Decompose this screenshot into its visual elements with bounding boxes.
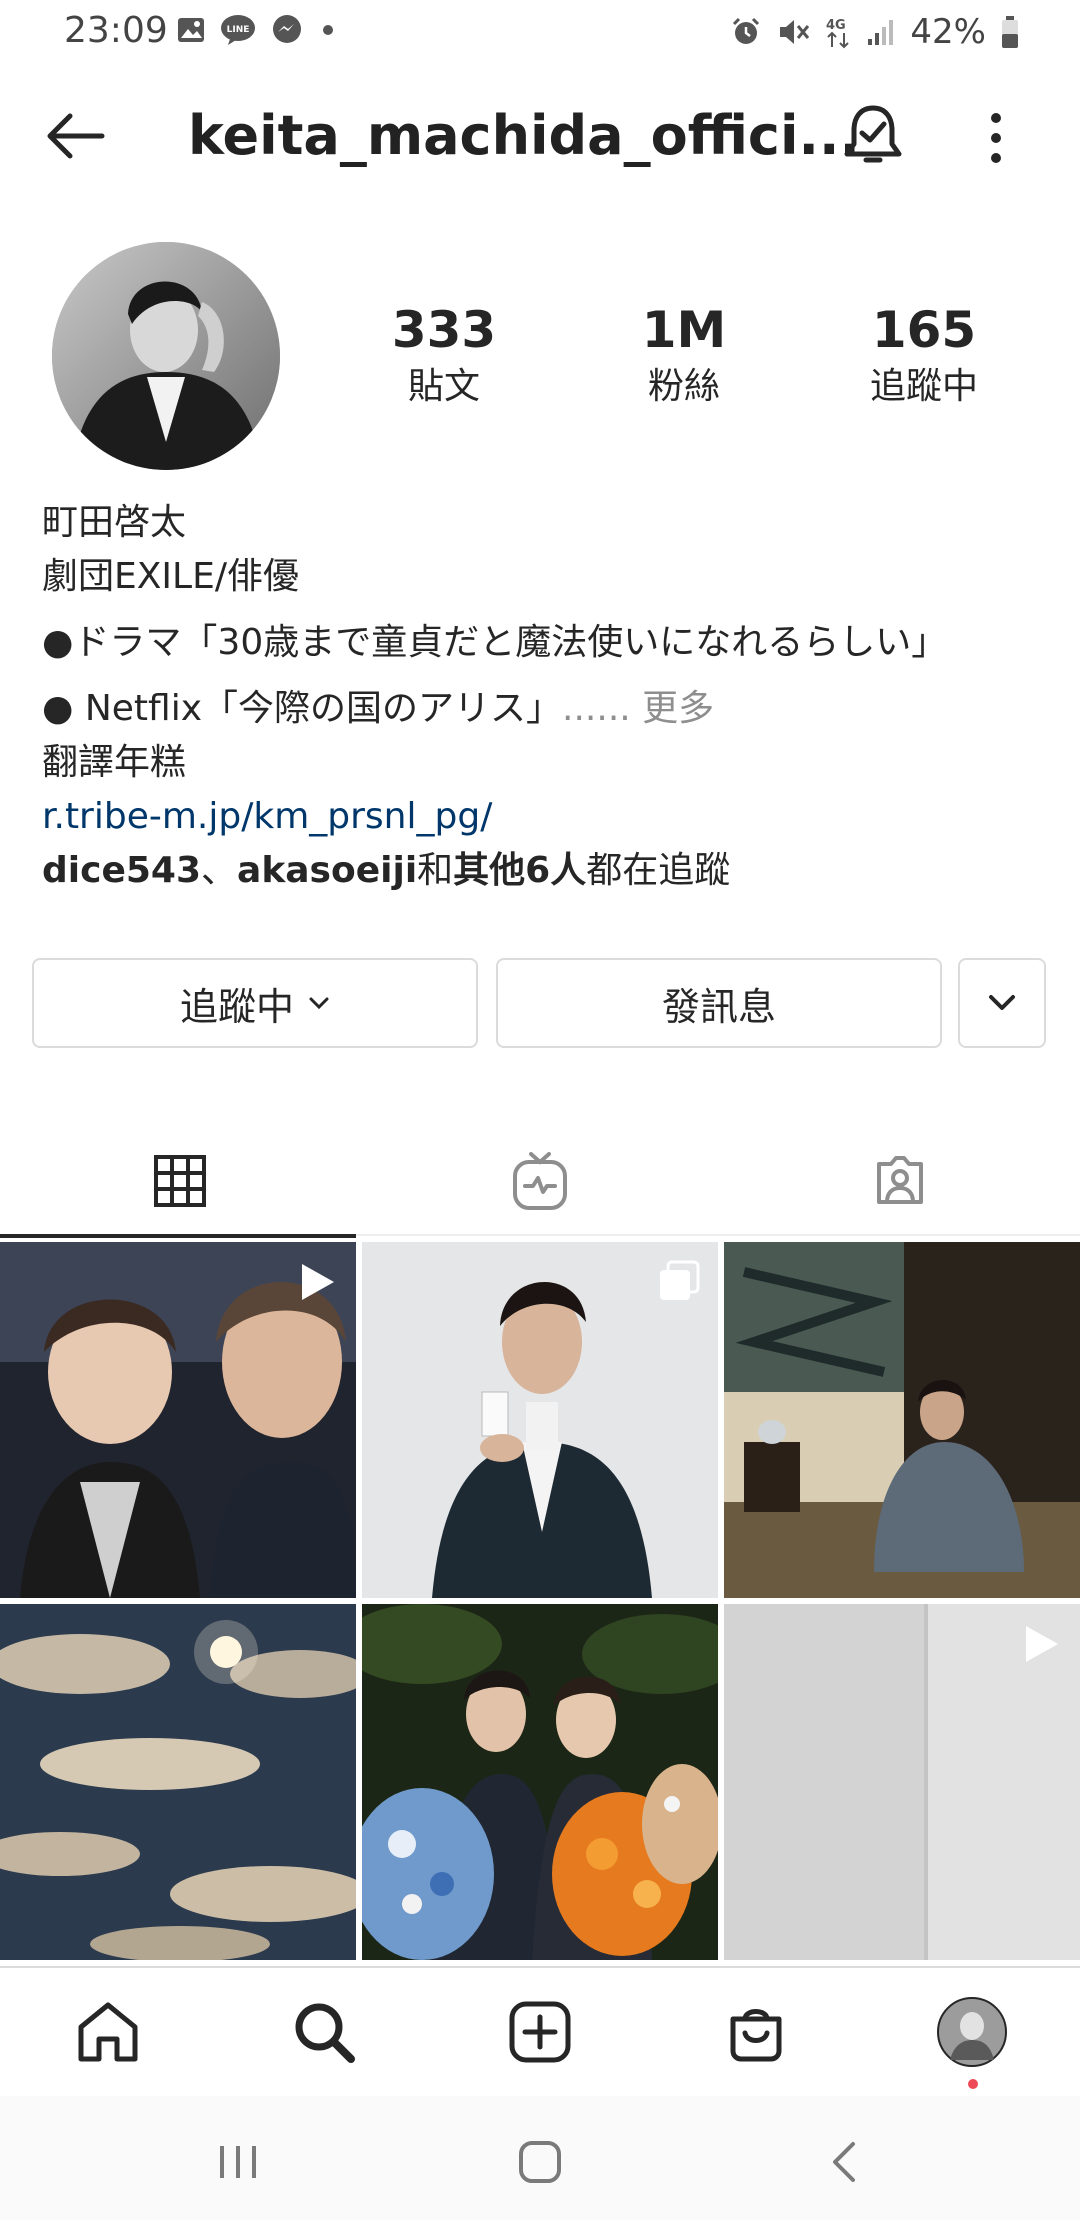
followed-by-separator: 、	[201, 850, 238, 891]
back-system-button[interactable]	[814, 2132, 874, 2192]
profile-avatar[interactable]	[52, 242, 280, 470]
home-icon	[78, 2002, 138, 2062]
home-button[interactable]	[510, 2132, 570, 2192]
svg-text:4G: 4G	[826, 18, 846, 33]
stat-posts[interactable]: 333 貼文	[344, 298, 544, 412]
followed-by-and: 和	[417, 850, 454, 891]
more-vertical-icon	[991, 113, 1001, 163]
nav-home[interactable]	[72, 1996, 144, 2068]
stat-followers[interactable]: 1M 粉絲	[584, 298, 784, 412]
posts-label: 貼文	[407, 366, 480, 407]
signal-icon	[868, 20, 894, 45]
line-icon: LINE	[221, 15, 255, 45]
tab-tagged[interactable]	[720, 1126, 1080, 1236]
bell-check-icon	[844, 105, 902, 163]
bio-line-2: ● Netflix「今際の国のアリス」...... 更多	[42, 682, 1042, 736]
chevron-down-icon	[309, 997, 329, 1010]
profile-category: 劇団EXILE/俳優	[42, 556, 299, 597]
messenger-icon	[273, 15, 301, 43]
back-arrow-icon	[47, 113, 105, 159]
status-bar: 23:09 LINE 4G 42%	[0, 0, 1080, 66]
followed-by-suffix: 都在追蹤	[586, 850, 731, 891]
message-button-label: 發訊息	[661, 984, 776, 1029]
profile-tabs	[0, 1126, 1080, 1238]
dot-icon	[323, 25, 333, 35]
back-button[interactable]	[40, 106, 110, 166]
profile-bio: 町田啓太 劇団EXILE/俳優 ●ドラマ「30歳まで童貞だと魔法使いになれるらし…	[42, 496, 1042, 898]
bio-more-link[interactable]: 更多	[642, 688, 714, 729]
following-label: 追蹤中	[869, 366, 978, 407]
profile-website-link[interactable]: r.tribe-m.jp/km_prsnl_pg/	[42, 790, 1042, 844]
nav-new-post[interactable]	[504, 1996, 576, 2068]
nav-shop[interactable]	[720, 1996, 792, 2068]
igtv-icon	[513, 1152, 567, 1210]
nav-search[interactable]	[288, 1996, 360, 2068]
alarm-icon	[733, 17, 760, 44]
more-options-button[interactable]	[980, 110, 1012, 166]
followed-by-user-1[interactable]: dice543	[42, 850, 201, 891]
chevron-down-icon	[989, 995, 1015, 1010]
notification-dot	[968, 2079, 978, 2089]
followers-label: 粉絲	[647, 366, 720, 407]
avatar-photo	[52, 242, 280, 470]
search-icon	[295, 2003, 355, 2063]
bio-line-2-text: ● Netflix「今際の国のアリス」	[42, 688, 563, 729]
stat-following[interactable]: 165 追蹤中	[824, 298, 1024, 412]
tagged-icon	[877, 1156, 923, 1204]
notifications-button[interactable]	[840, 102, 906, 170]
mute-icon	[780, 20, 810, 44]
home-circle-icon	[519, 2141, 561, 2183]
profile-avatar	[937, 1997, 1007, 2067]
bio-ellipsis: ......	[562, 688, 631, 729]
svg-text:LINE: LINE	[227, 25, 250, 35]
profile-username: keita_machida_offici...	[188, 104, 860, 167]
followed-by-others[interactable]: 其他6人	[453, 850, 586, 891]
tab-posts-grid[interactable]	[0, 1126, 360, 1238]
new-post-icon	[509, 2001, 571, 2063]
followed-by[interactable]: dice543、akasoeiji和其他6人都在追蹤	[42, 844, 1042, 898]
message-button[interactable]: 發訊息	[496, 958, 942, 1048]
image-icon	[178, 18, 204, 42]
post-thumbnail[interactable]	[362, 1604, 718, 1960]
active-tab-indicator	[0, 1234, 356, 1238]
followed-by-user-2[interactable]: akasoeiji	[237, 850, 417, 891]
post-thumbnail[interactable]	[0, 1242, 356, 1598]
profile-name: 町田啓太	[42, 502, 187, 543]
shop-icon	[730, 2009, 782, 2062]
post-image	[0, 1604, 356, 1960]
nav-profile[interactable]	[936, 1996, 1008, 2068]
bottom-navigation	[0, 1966, 1080, 2096]
followers-count: 1M	[641, 301, 727, 359]
following-count: 165	[871, 301, 977, 359]
profile-header: keita_machida_offici...	[0, 96, 1080, 176]
posts-count: 333	[391, 301, 497, 359]
system-navigation	[0, 2096, 1080, 2220]
battery-percent: 42%	[910, 12, 986, 52]
bio-line-1: ●ドラマ「30歳まで童貞だと魔法使いになれるらしい」	[42, 622, 948, 663]
play-icon	[302, 1264, 334, 1300]
network-4g-icon: 4G	[826, 18, 850, 49]
post-image	[362, 1604, 718, 1960]
post-thumbnail[interactable]	[362, 1242, 718, 1598]
post-thumbnail[interactable]	[724, 1242, 1080, 1598]
battery-icon	[1002, 16, 1018, 48]
post-thumbnail[interactable]	[0, 1604, 356, 1960]
following-button-label: 追蹤中	[179, 984, 294, 1029]
status-time: 23:09	[64, 10, 168, 51]
translate-link[interactable]: 翻譯年糕	[42, 736, 1042, 790]
tab-igtv[interactable]	[360, 1126, 720, 1236]
play-icon	[1026, 1626, 1058, 1662]
post-image	[724, 1242, 1080, 1598]
suggested-accounts-button[interactable]	[958, 958, 1046, 1048]
recents-button[interactable]	[208, 2132, 268, 2192]
post-thumbnail[interactable]	[724, 1604, 1080, 1960]
grid-icon	[154, 1155, 206, 1207]
back-chevron-icon	[833, 2142, 855, 2182]
following-button[interactable]: 追蹤中	[32, 958, 478, 1048]
recents-icon	[220, 2146, 256, 2178]
multi-icon	[660, 1260, 700, 1300]
